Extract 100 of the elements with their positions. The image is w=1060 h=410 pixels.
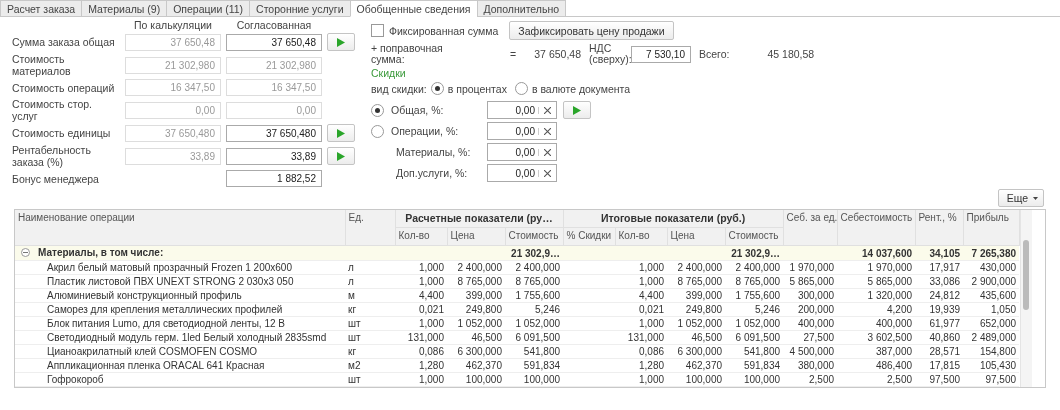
table-cell: 46,500: [471, 332, 502, 343]
tab[interactable]: Операции (11): [166, 0, 250, 17]
table-cell: 2 400,000: [735, 262, 781, 273]
input-field[interactable]: 33,89: [226, 147, 322, 165]
table-cell: 591,834: [743, 360, 781, 371]
tab[interactable]: Сторонние услуги: [249, 0, 350, 17]
table-cell: 4,200: [887, 304, 913, 315]
column-header[interactable]: Рент., %: [915, 210, 964, 246]
table-cell: 1 755,600: [735, 290, 781, 301]
table-cell: 430,000: [979, 262, 1017, 273]
vat-field[interactable]: 7 530,10: [631, 45, 691, 63]
table-cell: 97,500: [985, 374, 1017, 385]
column-header[interactable]: Себ. за ед.: [783, 210, 838, 246]
radio-button[interactable]: [371, 103, 384, 117]
table-cell: 200,000: [797, 304, 835, 315]
input-field[interactable]: 37 650,48: [226, 33, 322, 51]
input-field[interactable]: 37 650,480: [226, 124, 322, 142]
fix-price-button[interactable]: Зафиксировать цену продажи: [509, 21, 674, 40]
apply-button[interactable]: [327, 33, 355, 51]
more-button[interactable]: Еще: [997, 189, 1044, 207]
checkbox-label[interactable]: Фиксированная сумма: [389, 24, 499, 37]
section-title: Скидки: [371, 67, 406, 79]
table-cell: 462,370: [685, 360, 722, 371]
table-cell: 462,370: [465, 360, 502, 371]
input-field[interactable]: 0,00: [487, 164, 557, 182]
column-header[interactable]: Прибыль: [963, 210, 1020, 246]
table-cell: 100,000: [523, 374, 560, 385]
table-cell: 2 400,000: [457, 262, 502, 273]
table-cell: 1,280: [418, 360, 444, 371]
table-cell: 249,800: [465, 304, 502, 315]
table-cell: 0,021: [639, 304, 664, 315]
apply-button[interactable]: [563, 101, 591, 119]
field-label: Стоимость единицы: [12, 127, 112, 139]
column-header[interactable]: Себестоимость: [837, 210, 916, 246]
tab[interactable]: Материалы (9): [81, 0, 167, 17]
radio-button[interactable]: [514, 82, 528, 95]
adjustment-value: 37 650,48: [533, 48, 581, 60]
table-cell: 7 265,380: [971, 247, 1017, 259]
item-name: Акрил белый матовый прозрачный Frozen 1 200х600: [47, 262, 292, 273]
table-cell: 541,800: [523, 346, 560, 357]
table-cell: шт: [348, 318, 361, 329]
input-field[interactable]: 0,00: [487, 143, 557, 161]
table-cell: 1,050: [991, 304, 1017, 315]
table-cell: 435,600: [979, 290, 1017, 301]
table-cell: 131,000: [627, 332, 664, 343]
table-cell: 5 865,000: [867, 276, 913, 287]
item-name: Саморез для крепления металлических профилей: [47, 304, 283, 315]
checkbox[interactable]: [371, 24, 384, 37]
item-name: Алюминиевый конструкционный профиль: [47, 290, 242, 301]
tab[interactable]: Расчет заказа: [0, 0, 82, 17]
input-field[interactable]: 0,00: [487, 101, 557, 119]
table-cell: 1 052,000: [735, 318, 781, 329]
scrollbar-thumb[interactable]: [1023, 240, 1030, 310]
play-icon: [337, 128, 345, 138]
table-cell: 249,800: [685, 304, 722, 315]
table-cell: 46,500: [691, 332, 722, 343]
column-header[interactable]: Ед.: [345, 210, 395, 246]
field-label: Сумма заказа общая: [12, 36, 116, 48]
radio-label[interactable]: в процентах: [447, 82, 507, 95]
item-name: Цианоакрилатный клей COSMOFEN COSMO: [47, 346, 258, 357]
table-cell: 100,000: [743, 374, 781, 385]
table-cell: 1 052,000: [677, 318, 722, 329]
column-header[interactable]: Наименование операции: [15, 210, 345, 246]
field-label: Стоимость стор. услуг: [12, 98, 94, 122]
table-cell: 387,000: [875, 346, 913, 357]
scrollbar[interactable]: [1019, 210, 1032, 387]
table-cell: 486,400: [875, 360, 913, 371]
table-cell: м: [348, 290, 355, 301]
field-label: Бонус менеджера: [12, 172, 100, 185]
input-field[interactable]: 0,00: [487, 122, 557, 140]
table-cell: 2 900,000: [971, 276, 1017, 287]
table-cell: 0,086: [418, 346, 444, 357]
radio-button[interactable]: [430, 82, 444, 95]
table-cell: 1 052,000: [457, 318, 502, 329]
table-cell: м2: [348, 360, 361, 371]
apply-button[interactable]: [327, 147, 355, 165]
table-cell: 1,000: [639, 276, 664, 287]
table-cell: 8 765,000: [735, 276, 781, 287]
column-group-header: Итоговые показатели (руб.): [563, 210, 784, 228]
table-cell: л: [348, 262, 354, 273]
apply-button[interactable]: [327, 124, 355, 142]
collapse-icon[interactable]: [21, 248, 30, 257]
radio-button[interactable]: [371, 124, 384, 138]
table-cell: 2 400,000: [677, 262, 722, 273]
tab[interactable]: Дополнительно: [476, 0, 566, 17]
total-value: 45 180,58: [767, 48, 815, 60]
table-cell: 1,000: [418, 262, 444, 273]
table-cell: 5 865,000: [789, 276, 835, 287]
input-field[interactable]: 1 882,52: [226, 170, 322, 187]
tab[interactable]: Обобщенные сведения: [349, 0, 477, 17]
table-cell: 24,812: [929, 290, 961, 301]
item-name: Пластик листовой ПВХ UNEXT STRONG 2 030х3 050: [47, 276, 294, 287]
play-icon: [337, 151, 345, 161]
table-cell: л: [348, 276, 354, 287]
table-cell: 4 500,000: [789, 346, 835, 357]
table-cell: 4,400: [639, 290, 664, 301]
radio-label[interactable]: в валюте документа: [531, 82, 631, 95]
table-cell: 21 302,9…: [731, 247, 781, 259]
table-cell: 1,000: [639, 374, 664, 385]
table-cell: 1,280: [639, 360, 664, 371]
